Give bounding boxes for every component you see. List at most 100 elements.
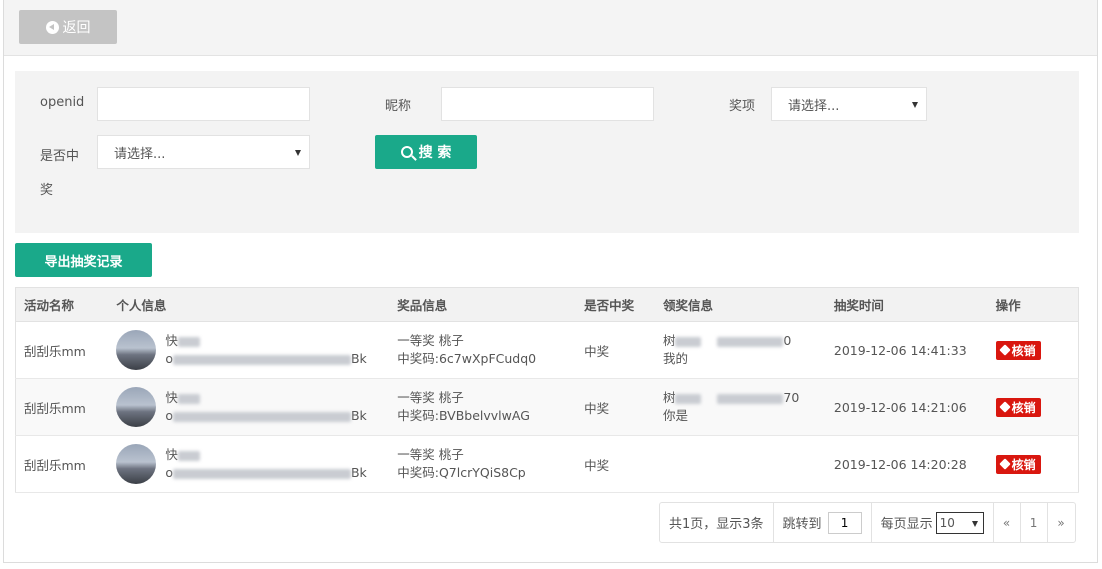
won-select[interactable]: 请选择... [97, 135, 310, 169]
cell-time: 2019-12-06 14:21:06 [825, 378, 988, 436]
pagination-per-page: 每页显示 10 [872, 503, 994, 542]
prize-code: 6c7wXpFCudq0 [438, 351, 537, 366]
search-button-label: 搜 索 [418, 145, 452, 161]
claim-note: 你是 [662, 408, 688, 423]
prize-code: BVBbelvvlwAG [438, 408, 530, 423]
caret-down-icon [971, 520, 978, 527]
tag-icon [998, 458, 1011, 470]
redacted-text [172, 354, 351, 365]
prize-name: 一等奖 桃子 [397, 333, 464, 348]
cell-time: 2019-12-06 14:41:33 [825, 321, 988, 379]
openid-suffix: Bk [350, 351, 367, 366]
table-row: 刮刮乐mm 快 o Bk 一等奖 桃子 中奖码:BVBbelvvlwAG 中奖 树… [15, 378, 1079, 436]
redacted-text [675, 336, 702, 347]
header-won: 是否中奖 [576, 287, 655, 322]
pagination-jump: 跳转到 [774, 503, 872, 542]
table-header-row: 活动名称 个人信息 奖品信息 是否中奖 领奖信息 抽奖时间 操作 [15, 287, 1079, 322]
lottery-records-table: 活动名称 个人信息 奖品信息 是否中奖 领奖信息 抽奖时间 操作 刮刮乐mm 快… [15, 287, 1079, 493]
tag-icon [998, 344, 1011, 356]
cell-prize: 一等奖 桃子 中奖码:6c7wXpFCudq0 [389, 321, 577, 379]
header-action: 操作 [987, 287, 1079, 322]
avatar [116, 330, 157, 370]
jump-page-input[interactable] [827, 511, 862, 534]
cell-claim: 树 0 我的 [654, 321, 826, 379]
redacted-text [717, 336, 784, 347]
won-select-value: 请选择... [114, 146, 166, 162]
code-label: 中奖码: [397, 465, 439, 480]
export-records-button[interactable]: 导出抽奖记录 [15, 243, 152, 277]
redacted-text [177, 336, 200, 347]
claim-phone: 70 [783, 390, 800, 405]
cell-time: 2019-12-06 14:20:28 [825, 435, 988, 493]
verify-button[interactable]: 核销 [995, 397, 1041, 417]
caret-down-icon [295, 150, 301, 156]
header-activity: 活动名称 [15, 287, 109, 322]
redacted-text [675, 393, 702, 404]
openid-prefix: o [165, 351, 173, 366]
openid-prefix: o [165, 408, 173, 423]
filter-panel: openid 昵称 奖项 请选择... 是否中 奖 请选择... 搜 索 [15, 71, 1079, 233]
nickname: 快 [165, 333, 178, 348]
pagination: 共1页，显示3条 跳转到 每页显示 10 « 1 » [659, 502, 1076, 543]
redacted-text [177, 450, 200, 461]
claim-name: 树 [662, 390, 676, 405]
per-page-value: 10 [939, 515, 955, 530]
redacted-text [172, 468, 351, 479]
cell-won: 中奖 [576, 378, 655, 436]
redacted-text [717, 393, 784, 404]
jump-label: 跳转到 [782, 517, 822, 532]
per-page-label: 每页显示 [880, 517, 933, 532]
avatar [116, 387, 157, 427]
cell-activity: 刮刮乐mm [15, 321, 109, 379]
header-person: 个人信息 [108, 287, 390, 322]
verify-button[interactable]: 核销 [995, 454, 1041, 474]
cell-activity: 刮刮乐mm [15, 435, 109, 493]
claim-note: 我的 [662, 351, 688, 366]
verify-button-label: 核销 [1011, 400, 1036, 415]
table-row: 刮刮乐mm 快 o Bk 一等奖 桃子 中奖码:Q7lcrYQiS8Cp 中奖 2… [15, 435, 1079, 493]
cell-activity: 刮刮乐mm [15, 378, 109, 436]
redacted-text [177, 393, 200, 404]
nickname: 快 [165, 447, 178, 462]
nickname: 快 [165, 390, 178, 405]
verify-button[interactable]: 核销 [995, 340, 1041, 360]
prize-code: Q7lcrYQiS8Cp [438, 465, 526, 480]
top-toolbar: 返回 [4, 0, 1097, 56]
per-page-select[interactable]: 10 [935, 511, 984, 534]
claim-phone: 0 [783, 333, 792, 348]
prize-select[interactable]: 请选择... [771, 87, 927, 121]
cell-prize: 一等奖 桃子 中奖码:Q7lcrYQiS8Cp [389, 435, 577, 493]
next-page-button[interactable]: » [1048, 503, 1075, 542]
header-time: 抽奖时间 [825, 287, 988, 322]
page-1-button[interactable]: 1 [1021, 503, 1048, 542]
won-label-wrap: 奖 [40, 183, 54, 198]
header-claim: 领奖信息 [654, 287, 826, 322]
pagination-summary: 共1页，显示3条 [660, 503, 774, 542]
prev-page-button[interactable]: « [994, 503, 1021, 542]
verify-button-label: 核销 [1011, 457, 1036, 472]
search-icon [400, 146, 413, 158]
tag-icon [998, 401, 1011, 413]
cell-action: 核销 [987, 321, 1079, 379]
code-label: 中奖码: [397, 351, 439, 366]
won-label: 是否中 [40, 149, 80, 164]
back-button-label: 返回 [62, 20, 91, 36]
cell-prize: 一等奖 桃子 中奖码:BVBbelvvlwAG [389, 378, 577, 436]
nickname-input[interactable] [441, 87, 654, 121]
openid-input[interactable] [97, 87, 310, 121]
openid-label: openid [40, 95, 85, 110]
cell-action: 核销 [987, 378, 1079, 436]
caret-down-icon [912, 102, 918, 108]
cell-claim: 树 70 你是 [654, 378, 826, 436]
cell-action: 核销 [987, 435, 1079, 493]
back-button[interactable]: 返回 [19, 10, 117, 44]
avatar [116, 444, 157, 484]
openid-suffix: Bk [350, 408, 367, 423]
code-label: 中奖码: [397, 408, 439, 423]
search-button[interactable]: 搜 索 [375, 135, 477, 169]
table-row: 刮刮乐mm 快 o Bk 一等奖 桃子 中奖码:6c7wXpFCudq0 中奖 树… [15, 321, 1079, 379]
nickname-label: 昵称 [385, 99, 412, 114]
redacted-text [172, 411, 351, 422]
verify-button-label: 核销 [1011, 343, 1036, 358]
cell-won: 中奖 [576, 435, 655, 493]
